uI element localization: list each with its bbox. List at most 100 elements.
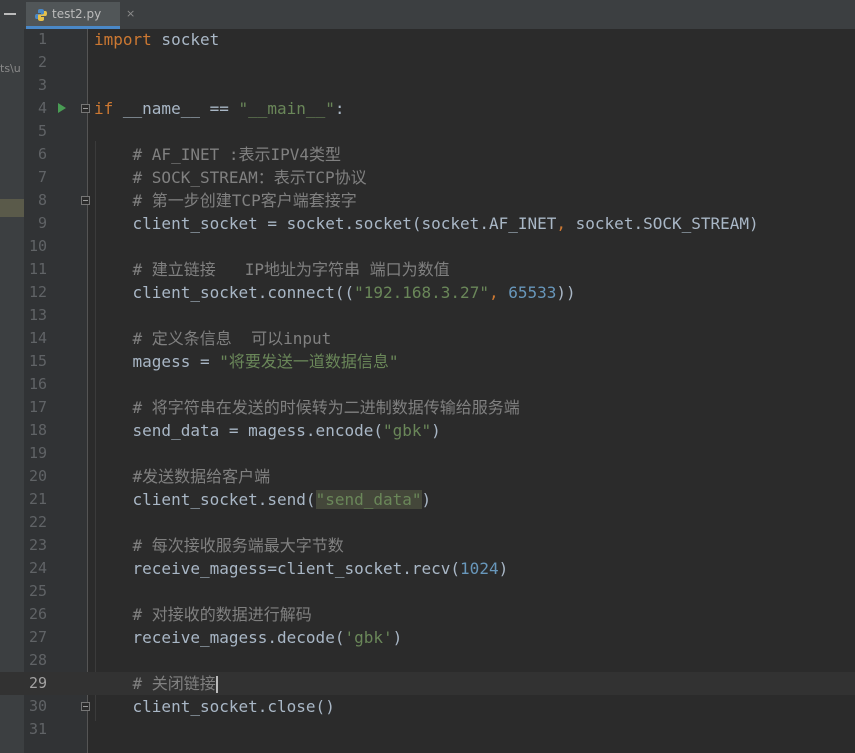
fold-icon[interactable] bbox=[81, 104, 90, 113]
fold-icon[interactable] bbox=[81, 196, 90, 205]
line-number: 4 bbox=[37, 99, 47, 117]
code-line[interactable]: 4 if __name__ == "__main__": bbox=[0, 97, 855, 120]
code-line[interactable]: 25 bbox=[0, 580, 855, 603]
hide-panel-icon[interactable] bbox=[4, 13, 16, 15]
code-line[interactable]: 9 client_socket = socket.socket(socket.A… bbox=[0, 212, 855, 235]
code-text[interactable]: client_socket.close() bbox=[94, 695, 335, 718]
tab-test2-py[interactable]: test2.py × bbox=[26, 2, 135, 29]
code-line[interactable]: 18 send_data = magess.encode("gbk") bbox=[0, 419, 855, 442]
code-line[interactable]: 15 magess = "将要发送一道数据信息" bbox=[0, 350, 855, 373]
code-text[interactable]: send_data = magess.encode("gbk") bbox=[94, 419, 441, 442]
line-number: 20 bbox=[28, 467, 47, 485]
line-number: 30 bbox=[28, 697, 47, 715]
code-token: "192.168.3.27" bbox=[354, 283, 489, 302]
code-text[interactable]: client_socket = socket.socket(socket.AF_… bbox=[94, 212, 759, 235]
code-text[interactable]: # 建立链接 IP地址为字符串 端口为数值 bbox=[94, 258, 450, 281]
code-token: # 每次接收服务端最大字节数 bbox=[94, 536, 344, 555]
line-number: 15 bbox=[28, 352, 47, 370]
code-text[interactable]: # 每次接收服务端最大字节数 bbox=[94, 534, 344, 557]
code-line[interactable]: 7 # SOCK_STREAM：表示TCP协议 bbox=[0, 166, 855, 189]
code-token: __name__ == bbox=[113, 99, 239, 118]
code-text[interactable]: # 对接收的数据进行解码 bbox=[94, 603, 312, 626]
code-line[interactable]: 26 # 对接收的数据进行解码 bbox=[0, 603, 855, 626]
code-token: "send_data" bbox=[315, 490, 422, 509]
line-number: 28 bbox=[28, 651, 47, 669]
code-token: # SOCK_STREAM：表示TCP协议 bbox=[94, 168, 367, 187]
code-token: receive_magess=client_socket.recv( bbox=[94, 559, 461, 578]
code-token: client_socket = socket.socket(socket.AF_… bbox=[94, 214, 557, 233]
code-token: )) bbox=[556, 283, 576, 302]
code-line[interactable]: 13 bbox=[0, 304, 855, 327]
code-text[interactable]: # AF_INET :表示IPV4类型 bbox=[94, 143, 342, 166]
code-token: # 将字符串在发送的时候转为二进制数据传输给服务端 bbox=[94, 398, 520, 417]
code-token: 'gbk' bbox=[344, 628, 393, 647]
code-token: send_data = magess.encode( bbox=[94, 421, 383, 440]
code-line[interactable]: 5 bbox=[0, 120, 855, 143]
code-text[interactable]: receive_magess=client_socket.recv(1024) bbox=[94, 557, 509, 580]
line-number: 1 bbox=[37, 30, 47, 48]
code-line[interactable]: 1 import socket bbox=[0, 28, 855, 51]
code-line[interactable]: 11 # 建立链接 IP地址为字符串 端口为数值 bbox=[0, 258, 855, 281]
code-line[interactable]: 31 bbox=[0, 718, 855, 741]
line-number: 27 bbox=[28, 628, 47, 646]
code-token: client_socket.close() bbox=[94, 697, 335, 716]
code-line[interactable]: 14 # 定义条信息 可以input bbox=[0, 327, 855, 350]
code-text[interactable]: # SOCK_STREAM：表示TCP协议 bbox=[94, 166, 367, 189]
code-token: "将要发送一道数据信息" bbox=[219, 352, 399, 371]
code-line[interactable]: 23 # 每次接收服务端最大字节数 bbox=[0, 534, 855, 557]
code-token: ) bbox=[392, 628, 403, 647]
code-text[interactable]: #发送数据给客户端 bbox=[94, 465, 271, 488]
code-line[interactable]: 12 client_socket.connect(("192.168.3.27"… bbox=[0, 281, 855, 304]
code-line[interactable]: 27 receive_magess.decode('gbk') bbox=[0, 626, 855, 649]
code-token: # AF_INET :表示IPV4类型 bbox=[94, 145, 342, 164]
code-text[interactable]: # 关闭链接 bbox=[94, 672, 218, 695]
code-text[interactable]: magess = "将要发送一道数据信息" bbox=[94, 350, 399, 373]
code-line[interactable]: 21 client_socket.send("send_data") bbox=[0, 488, 855, 511]
code-line[interactable]: 6 # AF_INET :表示IPV4类型 bbox=[0, 143, 855, 166]
code-text[interactable]: import socket bbox=[94, 28, 219, 51]
code-token: 1024 bbox=[460, 559, 499, 578]
code-token: magess = bbox=[94, 352, 220, 371]
code-text[interactable]: client_socket.connect(("192.168.3.27", 6… bbox=[94, 281, 576, 304]
code-line[interactable]: 22 bbox=[0, 511, 855, 534]
run-icon[interactable] bbox=[58, 103, 66, 113]
code-token: : bbox=[334, 99, 345, 118]
code-token: , bbox=[488, 283, 499, 302]
code-line[interactable]: 3 bbox=[0, 74, 855, 97]
code-line[interactable]: 8 # 第一步创建TCP客户端套接字 bbox=[0, 189, 855, 212]
code-text[interactable]: # 将字符串在发送的时候转为二进制数据传输给服务端 bbox=[94, 396, 520, 419]
code-line[interactable]: 20 #发送数据给客户端 bbox=[0, 465, 855, 488]
code-text[interactable]: receive_magess.decode('gbk') bbox=[94, 626, 403, 649]
code-text[interactable]: # 定义条信息 可以input bbox=[94, 327, 332, 350]
line-number: 23 bbox=[28, 536, 47, 554]
code-text[interactable]: client_socket.send("send_data") bbox=[94, 488, 431, 511]
line-number: 19 bbox=[28, 444, 47, 462]
close-icon[interactable]: × bbox=[126, 7, 135, 20]
code-line[interactable]: 17 # 将字符串在发送的时候转为二进制数据传输给服务端 bbox=[0, 396, 855, 419]
code-line[interactable]: 2 bbox=[0, 51, 855, 74]
code-text[interactable]: # 第一步创建TCP客户端套接字 bbox=[94, 189, 357, 212]
code-line[interactable]: 10 bbox=[0, 235, 855, 258]
code-line[interactable]: 16 bbox=[0, 373, 855, 396]
fold-icon[interactable] bbox=[81, 702, 90, 711]
line-number: 26 bbox=[28, 605, 47, 623]
line-number: 25 bbox=[28, 582, 47, 600]
line-number: 17 bbox=[28, 398, 47, 416]
code-token: receive_magess.decode( bbox=[94, 628, 345, 647]
line-number: 10 bbox=[28, 237, 47, 255]
code-line[interactable]: 30 client_socket.close() bbox=[0, 695, 855, 718]
code-token: #发送数据给客户端 bbox=[94, 467, 271, 486]
code-line[interactable]: 24 receive_magess=client_socket.recv(102… bbox=[0, 557, 855, 580]
code-line[interactable]: 29 # 关闭链接 bbox=[0, 672, 855, 695]
editor-tab-bar: test2.py × bbox=[0, 0, 855, 30]
code-token: ) bbox=[421, 490, 432, 509]
code-text[interactable]: if __name__ == "__main__": bbox=[94, 97, 344, 120]
code-line[interactable]: 28 bbox=[0, 649, 855, 672]
code-line[interactable]: 19 bbox=[0, 442, 855, 465]
code-token: # 对接收的数据进行解码 bbox=[94, 605, 312, 624]
code-token: client_socket.send( bbox=[94, 490, 316, 509]
code-token: if bbox=[94, 99, 114, 118]
line-number: 11 bbox=[28, 260, 47, 278]
line-number: 18 bbox=[28, 421, 47, 439]
